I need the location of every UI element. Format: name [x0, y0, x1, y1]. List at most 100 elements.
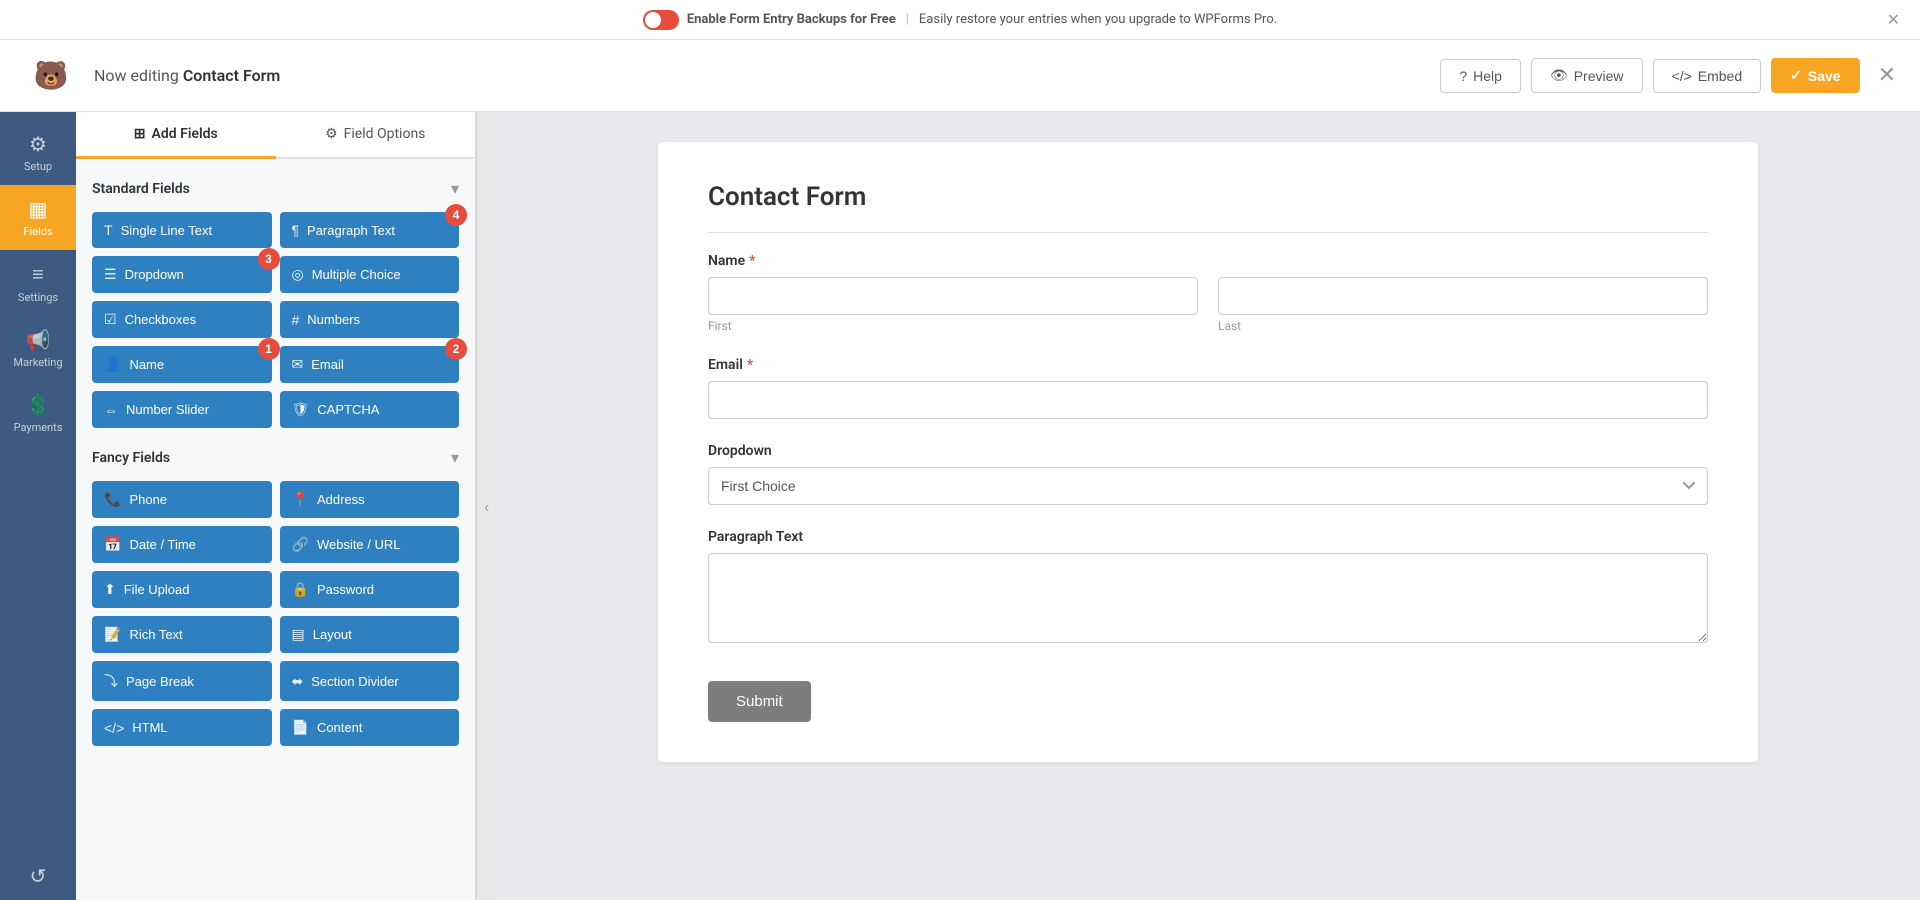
form-field-email: Email *	[708, 357, 1708, 419]
field-btn-checkboxes[interactable]: ☑ Checkboxes	[92, 301, 272, 338]
panel-collapse-toggle[interactable]: ‹	[476, 112, 496, 900]
preview-button[interactable]: 👁 Preview	[1531, 58, 1643, 93]
name-last-label: Last	[1218, 319, 1708, 333]
field-btn-dropdown[interactable]: ☰ Dropdown 3	[92, 256, 272, 293]
standard-fields-title: Standard Fields	[92, 181, 190, 197]
website-url-icon: 🔗	[292, 536, 309, 553]
fancy-fields-section-header: Fancy Fields ▾	[92, 448, 459, 467]
captcha-icon: 🛡	[292, 401, 310, 418]
save-button[interactable]: ✓ Save	[1771, 58, 1859, 93]
embed-button[interactable]: </> Embed	[1653, 59, 1762, 93]
rich-text-icon: 📝	[104, 626, 121, 643]
form-area: Contact Form Name * First Last	[496, 112, 1920, 900]
banner-description: Easily restore your entries when you upg…	[919, 12, 1277, 27]
tab-field-options[interactable]: ⚙ Field Options	[276, 112, 476, 159]
paragraph-label: Paragraph Text	[708, 529, 1708, 545]
icon-sidebar: ⚙ Setup ▦ Fields ≡ Settings 📢 Marketing …	[0, 112, 76, 900]
email-badge: 2	[445, 338, 467, 360]
standard-fields-chevron[interactable]: ▾	[451, 179, 459, 198]
backup-toggle[interactable]	[643, 10, 679, 30]
fancy-fields-title: Fancy Fields	[92, 450, 170, 466]
name-first-input[interactable]	[708, 277, 1198, 315]
paragraph-text-icon: ¶	[292, 222, 300, 238]
help-button[interactable]: ? Help	[1440, 59, 1521, 93]
number-slider-icon: ⇔	[104, 402, 118, 418]
banner-separator: |	[906, 12, 909, 27]
field-btn-phone[interactable]: 📞 Phone	[92, 481, 272, 518]
field-btn-multiple-choice[interactable]: ◎ Multiple Choice	[280, 256, 460, 293]
fancy-fields-chevron[interactable]: ▾	[451, 448, 459, 467]
form-field-dropdown: Dropdown First Choice	[708, 443, 1708, 505]
numbers-icon: #	[292, 312, 300, 328]
single-line-text-icon: T	[104, 222, 113, 238]
field-btn-page-break[interactable]: ⤵ Page Break	[92, 661, 272, 701]
dropdown-badge: 3	[258, 248, 280, 270]
sidebar-item-payments[interactable]: 💲 Payments	[0, 381, 76, 446]
banner-toggle-label: Enable Form Entry Backups for Free	[687, 12, 896, 27]
field-btn-single-line-text[interactable]: T Single Line Text	[92, 212, 272, 248]
sidebar-item-setup[interactable]: ⚙ Setup	[0, 120, 76, 185]
name-last-input[interactable]	[1218, 277, 1708, 315]
paragraph-text-badge: 4	[445, 204, 467, 226]
dropdown-select[interactable]: First Choice	[708, 467, 1708, 505]
header-right: ? Help 👁 Preview </> Embed ✓ Save ✕	[1440, 58, 1896, 93]
field-btn-email[interactable]: ✉ Email 2	[280, 346, 460, 383]
name-row: First Last	[708, 277, 1708, 333]
close-icon[interactable]: ✕	[1878, 63, 1896, 88]
field-btn-numbers[interactable]: # Numbers	[280, 301, 460, 338]
name-first-sub: First	[708, 277, 1198, 333]
form-card: Contact Form Name * First Last	[658, 142, 1758, 762]
name-required-star: *	[749, 253, 755, 269]
sidebar-item-settings[interactable]: ≡ Settings	[0, 250, 76, 316]
add-fields-icon: ⊞	[134, 126, 146, 142]
form-title: Contact Form	[708, 182, 1708, 233]
save-icon: ✓	[1790, 67, 1802, 84]
field-btn-html[interactable]: </> HTML	[92, 709, 272, 746]
password-icon: 🔒	[292, 581, 309, 598]
field-btn-layout[interactable]: ▤ Layout	[280, 616, 460, 653]
payments-icon: 💲	[26, 393, 51, 417]
name-last-sub: Last	[1218, 277, 1708, 333]
field-btn-file-upload[interactable]: ⬆ File Upload	[92, 571, 272, 608]
paragraph-textarea[interactable]	[708, 553, 1708, 643]
standard-fields-section-header: Standard Fields ▾	[92, 179, 459, 198]
logo: 🐻	[24, 49, 78, 103]
embed-icon: </>	[1672, 68, 1692, 84]
field-btn-address[interactable]: 📍 Address	[280, 481, 460, 518]
tab-add-fields[interactable]: ⊞ Add Fields	[76, 112, 276, 159]
marketing-icon: 📢	[26, 328, 51, 352]
help-icon: ?	[1459, 68, 1467, 84]
address-icon: 📍	[292, 491, 309, 508]
field-btn-name[interactable]: 👤 Name 1	[92, 346, 272, 383]
field-btn-section-divider[interactable]: ⬌ Section Divider	[280, 661, 460, 701]
panel-tabs: ⊞ Add Fields ⚙ Field Options	[76, 112, 475, 159]
email-required-star: *	[747, 357, 753, 373]
fancy-fields-grid: 📞 Phone 📍 Address 📅 Date / Time 🔗 Websit…	[92, 481, 459, 746]
sidebar-item-history[interactable]: ↺	[0, 852, 76, 900]
fields-icon: ▦	[29, 197, 48, 221]
submit-button[interactable]: Submit	[708, 681, 811, 722]
section-divider-icon: ⬌	[292, 673, 304, 690]
content-icon: 📄	[292, 719, 309, 736]
field-btn-content[interactable]: 📄 Content	[280, 709, 460, 746]
field-btn-website-url[interactable]: 🔗 Website / URL	[280, 526, 460, 563]
html-icon: </>	[104, 720, 124, 736]
form-field-paragraph: Paragraph Text	[708, 529, 1708, 647]
field-btn-captcha[interactable]: 🛡 CAPTCHA	[280, 391, 460, 428]
standard-fields-grid: T Single Line Text ¶ Paragraph Text 4 ☰ …	[92, 212, 459, 428]
sidebar-item-marketing[interactable]: 📢 Marketing	[0, 316, 76, 381]
app-body: ⚙ Setup ▦ Fields ≡ Settings 📢 Marketing …	[0, 112, 1920, 900]
field-btn-date-time[interactable]: 📅 Date / Time	[92, 526, 272, 563]
field-btn-rich-text[interactable]: 📝 Rich Text	[92, 616, 272, 653]
field-btn-number-slider[interactable]: ⇔ Number Slider	[92, 391, 272, 428]
fields-panel: ⊞ Add Fields ⚙ Field Options Standard Fi…	[76, 112, 476, 900]
field-btn-password[interactable]: 🔒 Password	[280, 571, 460, 608]
preview-icon: 👁	[1550, 67, 1568, 84]
name-icon: 👤	[104, 356, 121, 373]
banner-close-icon[interactable]: ✕	[1887, 10, 1900, 29]
field-btn-paragraph-text[interactable]: ¶ Paragraph Text 4	[280, 212, 460, 248]
email-input[interactable]	[708, 381, 1708, 419]
field-options-icon: ⚙	[325, 126, 338, 142]
sidebar-item-fields[interactable]: ▦ Fields	[0, 185, 76, 250]
multiple-choice-icon: ◎	[292, 266, 304, 283]
